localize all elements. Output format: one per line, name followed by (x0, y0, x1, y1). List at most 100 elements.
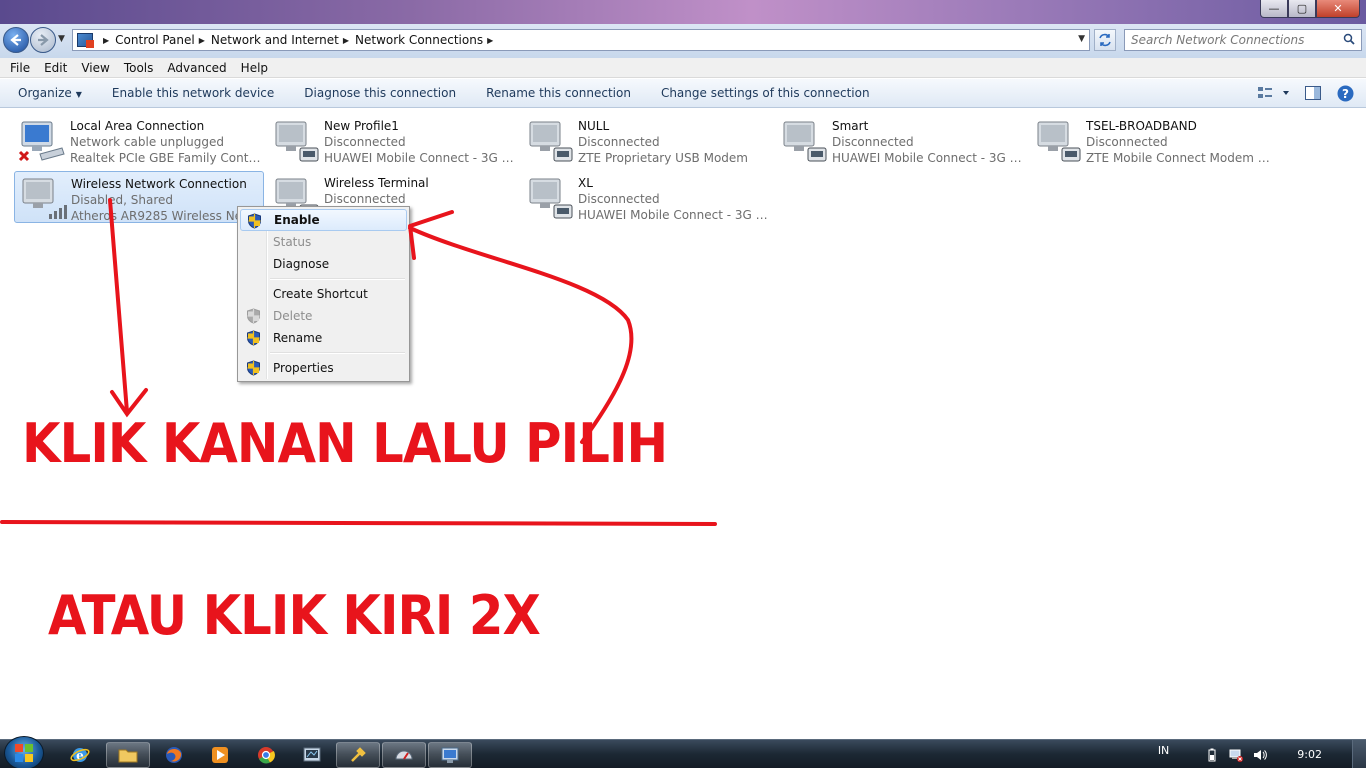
context-menu-rename[interactable]: Rename (240, 327, 407, 349)
menu-advanced[interactable]: Advanced (160, 61, 233, 75)
maximize-button[interactable]: ▢ (1288, 0, 1316, 18)
modem-icon (783, 121, 827, 162)
forward-button[interactable] (30, 27, 56, 53)
start-button[interactable] (4, 736, 44, 768)
refresh-icon (1099, 33, 1111, 47)
clock[interactable]: 9:02 (1297, 748, 1322, 761)
gauge-icon (395, 750, 413, 760)
show-desktop-button[interactable] (1352, 740, 1366, 768)
control-panel-icon (77, 33, 94, 48)
connection-item-local-area[interactable]: Local Area Connection Network cable unpl… (14, 114, 264, 166)
breadcrumb-control-panel[interactable]: Control Panel ▶ (115, 33, 211, 47)
connection-item-new-profile1[interactable]: New Profile1 Disconnected HUAWEI Mobile … (268, 114, 518, 166)
search-icon[interactable] (1343, 33, 1355, 45)
connection-device: Atheros AR9285 Wireless Netwo... (71, 209, 263, 223)
chrome-icon (258, 747, 275, 764)
menu-view[interactable]: View (74, 61, 116, 75)
windows-logo-icon (15, 744, 33, 762)
chevron-right-icon[interactable]: ▶ (103, 36, 109, 45)
annotation-text-double-click: ATAU KLIK KIRI 2X (48, 584, 541, 647)
organize-button[interactable]: Organize ▼ (0, 86, 97, 100)
search-box (1124, 29, 1362, 51)
network-connections-icon (441, 747, 459, 763)
lan-icon (18, 121, 65, 162)
connection-status: Disconnected (1086, 135, 1168, 149)
taskbar-ie[interactable]: e (58, 742, 102, 768)
address-row: ▼ ▶ Control Panel ▶ Network and Internet ▶… (0, 24, 1366, 58)
ie-icon: e (70, 748, 90, 763)
volume-icon[interactable] (1253, 748, 1268, 762)
taskbar-firefox[interactable] (152, 742, 196, 768)
change-settings-button[interactable]: Change settings of this connection (646, 86, 885, 100)
taskbar-network-connections[interactable] (428, 742, 472, 768)
uac-shield-icon (247, 330, 260, 346)
chevron-right-icon[interactable]: ▶ (199, 36, 205, 45)
close-button[interactable]: ✕ (1316, 0, 1360, 18)
back-button[interactable] (3, 27, 29, 53)
connection-item-xl[interactable]: XL Disconnected HUAWEI Mobile Connect - … (522, 171, 772, 223)
menu-file[interactable]: File (3, 61, 37, 75)
connection-name: Wireless Terminal (324, 176, 429, 190)
connection-name: XL (578, 176, 593, 190)
taskbar-tool[interactable] (336, 742, 380, 768)
language-indicator[interactable]: IN (1158, 744, 1169, 757)
context-menu-status[interactable]: Status (240, 231, 407, 253)
breadcrumb-network-and-internet[interactable]: Network and Internet ▶ (211, 33, 355, 47)
recent-pages-dropdown[interactable]: ▼ (58, 34, 65, 44)
search-input[interactable] (1131, 31, 1341, 49)
connection-status: Disabled, Shared (71, 193, 174, 207)
taskbar-gauge[interactable] (382, 742, 426, 768)
taskbar: e IN 9:02 (0, 736, 1366, 768)
diagnose-connection-button[interactable]: Diagnose this connection (289, 86, 471, 100)
title-bar: — ▢ ✕ (0, 0, 1366, 24)
refresh-button[interactable] (1094, 29, 1116, 51)
context-menu-properties[interactable]: Properties (240, 357, 407, 379)
context-menu-enable[interactable]: Enable (240, 209, 407, 231)
preview-pane-button[interactable] (1304, 84, 1322, 102)
command-bar: Organize ▼ Enable this network device Dia… (0, 79, 1366, 108)
connection-name: Smart (832, 119, 869, 133)
arrow-right-icon (38, 34, 49, 46)
connection-item-smart[interactable]: Smart Disconnected HUAWEI Mobile Connect… (776, 114, 1026, 166)
modem-icon (529, 121, 573, 162)
context-menu-delete[interactable]: Delete (240, 305, 407, 327)
context-menu-diagnose[interactable]: Diagnose (240, 253, 407, 275)
connection-item-null[interactable]: NULL Disconnected ZTE Proprietary USB Mo… (522, 114, 772, 166)
connection-device: HUAWEI Mobile Connect - 3G M... (832, 151, 1024, 165)
taskbar-app[interactable] (290, 742, 334, 768)
connection-status: Disconnected (578, 135, 660, 149)
connection-item-tsel-broadband[interactable]: TSEL-BROADBAND Disconnected ZTE Mobile C… (1030, 114, 1280, 166)
media-player-icon (212, 747, 228, 763)
rename-connection-button[interactable]: Rename this connection (471, 86, 646, 100)
menu-tools[interactable]: Tools (117, 61, 161, 75)
help-icon: ? (1337, 85, 1353, 101)
taskbar-media-player[interactable] (198, 742, 242, 768)
connection-status: Disconnected (832, 135, 914, 149)
annotation-text-right-click: KLIK KANAN LALU PILIH (22, 412, 668, 475)
connection-item-wireless-network[interactable]: Wireless Network Connection Disabled, Sh… (14, 171, 264, 223)
help-button[interactable]: ? (1336, 84, 1354, 102)
taskbar-chrome[interactable] (244, 742, 288, 768)
context-menu-create-shortcut[interactable]: Create Shortcut (240, 283, 407, 305)
chevron-right-icon[interactable]: ▶ (487, 36, 493, 45)
breadcrumb-network-connections[interactable]: Network Connections ▶ (355, 33, 499, 47)
preview-pane-icon (1305, 86, 1321, 100)
address-dropdown[interactable]: ▼ (1078, 34, 1085, 44)
chevron-right-icon[interactable]: ▶ (343, 36, 349, 45)
connection-status: Network cable unplugged (70, 135, 225, 149)
network-status-icon[interactable] (1229, 748, 1244, 762)
change-view-button[interactable] (1256, 84, 1290, 102)
enable-device-button[interactable]: Enable this network device (97, 86, 289, 100)
connection-name: New Profile1 (324, 119, 399, 133)
connection-status: Disconnected (578, 192, 660, 206)
menu-edit[interactable]: Edit (37, 61, 74, 75)
connection-device: Realtek PCIe GBE Family Controller (70, 151, 262, 165)
menu-help[interactable]: Help (234, 61, 275, 75)
modem-icon (529, 178, 573, 219)
connection-name: NULL (578, 119, 610, 133)
address-bar[interactable]: ▶ Control Panel ▶ Network and Internet ▶ N… (72, 29, 1090, 51)
minimize-button[interactable]: — (1260, 0, 1288, 18)
menu-bar: File Edit View Tools Advanced Help (0, 58, 1366, 78)
battery-icon[interactable] (1205, 748, 1219, 762)
taskbar-explorer[interactable] (106, 742, 150, 768)
